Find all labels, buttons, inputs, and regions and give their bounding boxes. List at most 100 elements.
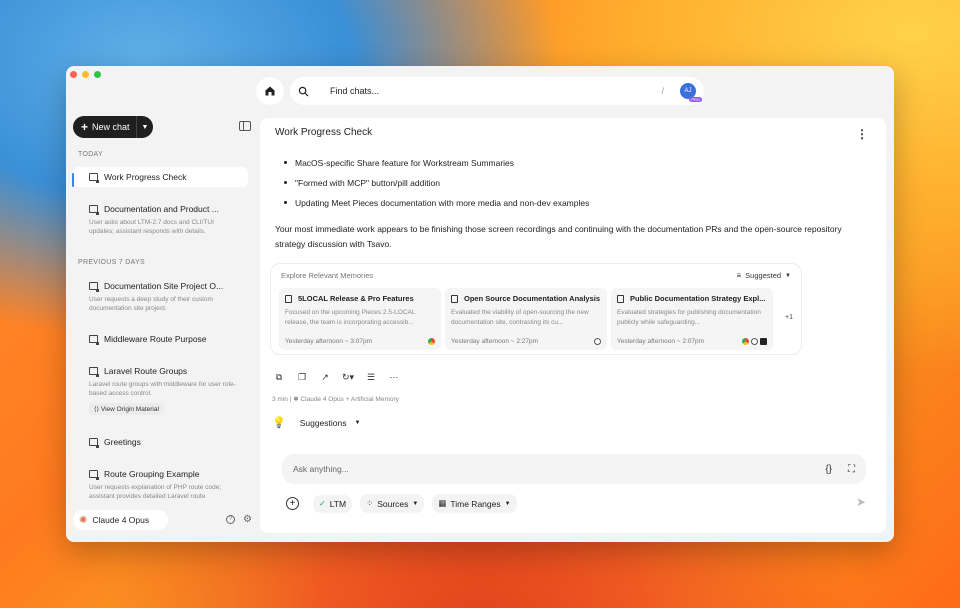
avatar[interactable]: AJ PRO [680, 83, 702, 102]
calendar-icon: ▦ [438, 498, 447, 508]
sources-icon: ⁘ [366, 498, 374, 508]
sidebar-item-label: Laravel Route Groups [104, 366, 188, 376]
memory-card[interactable]: Public Documentation Strategy Expl... Ev… [611, 288, 773, 350]
sidebar-item-label: Documentation and Product ... [104, 204, 219, 214]
add-attachment-button[interactable]: + [286, 497, 299, 510]
memory-card-title: 5LOCAL Release & Pro Features [298, 294, 414, 303]
claude-logo-icon: ✺ [79, 514, 88, 526]
box-icon[interactable]: ⧉ [272, 372, 286, 383]
chevron-down-icon: ▼ [412, 500, 419, 507]
search-icon [298, 86, 316, 97]
sidebar-item-label: Greetings [104, 437, 141, 447]
sidebar-item-route-grouping[interactable]: Route Grouping Example User requests exp… [73, 464, 248, 506]
ltm-toggle[interactable]: ✓ LTM [313, 494, 353, 513]
section-today: TODAY [78, 151, 103, 158]
window-controls [70, 71, 101, 78]
chat-icon [89, 438, 99, 448]
sidebar-toggle-icon[interactable] [239, 121, 251, 131]
memory-card-desc: Focused on the upcoming Pieces 2.5-LOCAL… [285, 309, 416, 326]
sidebar-item-label: Work Progress Check [104, 172, 187, 182]
more-options-icon[interactable]: ⋮ [856, 127, 868, 141]
model-label: Claude 4 Opus [92, 515, 150, 525]
memory-card[interactable]: Open Source Documentation Analysis Evalu… [445, 288, 607, 350]
response-bullets: MacOS-specific Share feature for Workstr… [284, 158, 589, 218]
plus-icon: + [81, 120, 89, 134]
chat-icon [89, 282, 99, 292]
memory-card-time: Yesterday afternoon ~ 3:07pm [285, 338, 373, 345]
more-icon[interactable]: ⋯ [387, 372, 401, 383]
lightbulb-icon: 💡 [272, 417, 286, 429]
copy-icon[interactable]: ❐ [295, 372, 309, 383]
app-window: Find chats... / AJ PRO + New chat ▼ TODA… [66, 66, 894, 542]
sidebar-item-middleware-route[interactable]: Middleware Route Purpose [73, 329, 248, 349]
screen-capture-icon[interactable]: ⛶ [848, 464, 855, 475]
sidebar-item-desc: User asks about LTM-2.7 docs and CLI/TUI… [89, 219, 214, 236]
sidebar-item-desc: User requests explanation of PHP route c… [89, 484, 222, 501]
memory-card[interactable]: 5LOCAL Release & Pro Features Focused on… [279, 288, 441, 350]
send-icon[interactable]: ➤ [856, 495, 866, 509]
suggestions-label: Suggestions [299, 417, 347, 428]
chat-icon [89, 173, 99, 183]
terminal-icon [760, 338, 767, 345]
chat-title: Work Progress Check [275, 127, 373, 138]
chat-icon [89, 470, 99, 480]
sources-dropdown[interactable]: ⁘ Sources ▼ [360, 494, 425, 513]
memory-card-time: Yesterday afternoon ~ 2:27pm [451, 338, 539, 345]
avatar-initials: AJ [684, 88, 692, 94]
sidebar-item-greetings[interactable]: Greetings [73, 432, 248, 452]
sidebar-item-desc: User requests a deep study of their cust… [89, 296, 213, 313]
response-summary: Your most immediate work appears to be f… [275, 224, 842, 249]
new-chat-button[interactable]: + New chat ▼ [73, 116, 153, 138]
sort-icon: ≡ [736, 271, 742, 280]
home-button[interactable] [256, 77, 284, 105]
search-bar[interactable]: Find chats... / AJ PRO [290, 77, 704, 105]
help-icon[interactable]: ? [226, 515, 235, 524]
sidebar-item-work-progress-check[interactable]: Work Progress Check [72, 167, 248, 187]
message-actions: ⧉ ❐ ↗ ↻▾ ☰ ⋯ [272, 372, 401, 383]
more-memories-button[interactable]: +1 [785, 314, 793, 321]
section-previous-7-days: PREVIOUS 7 DAYS [78, 259, 146, 266]
maximize-window-button[interactable] [94, 71, 101, 78]
memory-card-title: Public Documentation Strategy Expl... [630, 294, 766, 303]
memory-card-desc: Evaluated strategies for publishing docu… [617, 309, 761, 326]
chat-icon [89, 205, 99, 215]
sidebar-item-label: Route Grouping Example [104, 469, 200, 479]
model-selector[interactable]: ✺ Claude 4 Opus [73, 510, 168, 530]
sidebar: + New chat ▼ TODAY Work Progress Check D… [66, 114, 256, 542]
view-origin-material-button[interactable]: ⟨⟩ View Origin Material [89, 403, 164, 416]
memories-sort-dropdown[interactable]: ≡ Suggested ▼ [737, 271, 792, 280]
chatgpt-icon [594, 338, 601, 345]
sidebar-item-laravel-route-groups[interactable]: Laravel Route Groups Laravel route group… [73, 361, 248, 421]
document-icon [285, 294, 292, 303]
chevron-down-icon: ▼ [354, 419, 361, 426]
search-input[interactable]: Find chats... [330, 86, 661, 96]
check-icon: ✓ [319, 499, 326, 508]
chevron-down-icon: ▼ [504, 500, 511, 507]
minimize-window-button[interactable] [82, 71, 89, 78]
suggestions-dropdown[interactable]: 💡 Suggestions ▼ [272, 416, 360, 429]
chat-input[interactable]: Ask anything... {} ⛶ [282, 454, 866, 484]
sidebar-item-desc: Laravel route groups with middleware for… [89, 381, 236, 398]
time-ranges-dropdown[interactable]: ▦ Time Ranges ▼ [432, 494, 517, 513]
response-meta: 3 min | ✱ Claude 4 Opus + Artificial Mem… [272, 396, 399, 403]
memory-card-title: Open Source Documentation Analysis [464, 294, 600, 303]
regenerate-icon[interactable]: ↻▾ [341, 372, 355, 383]
notes-icon[interactable]: ☰ [364, 372, 378, 383]
code-braces-icon[interactable]: {} [825, 464, 832, 475]
chevron-down-icon[interactable]: ▼ [137, 124, 153, 131]
chat-input-placeholder: Ask anything... [293, 464, 349, 474]
sidebar-item-documentation-product[interactable]: Documentation and Product ... User asks … [73, 199, 248, 241]
close-window-button[interactable] [70, 71, 77, 78]
gear-icon[interactable]: ⚙ [243, 514, 252, 525]
memory-card-desc: Evaluated the viability of open-sourcing… [451, 309, 589, 326]
document-icon [451, 294, 458, 303]
memories-label: Explore Relevant Memories [281, 271, 374, 280]
chat-panel: Work Progress Check ⋮ MacOS-specific Sha… [260, 118, 886, 533]
share-arrow-icon[interactable]: ↗ [318, 372, 332, 383]
relevant-memories-panel: Explore Relevant Memories ≡ Suggested ▼ … [270, 263, 802, 355]
chatgpt-icon [751, 338, 758, 345]
chrome-icon [428, 338, 435, 345]
chrome-icon [742, 338, 749, 345]
sidebar-item-documentation-site[interactable]: Documentation Site Project O... User req… [73, 276, 248, 318]
search-shortcut: / [661, 86, 664, 96]
